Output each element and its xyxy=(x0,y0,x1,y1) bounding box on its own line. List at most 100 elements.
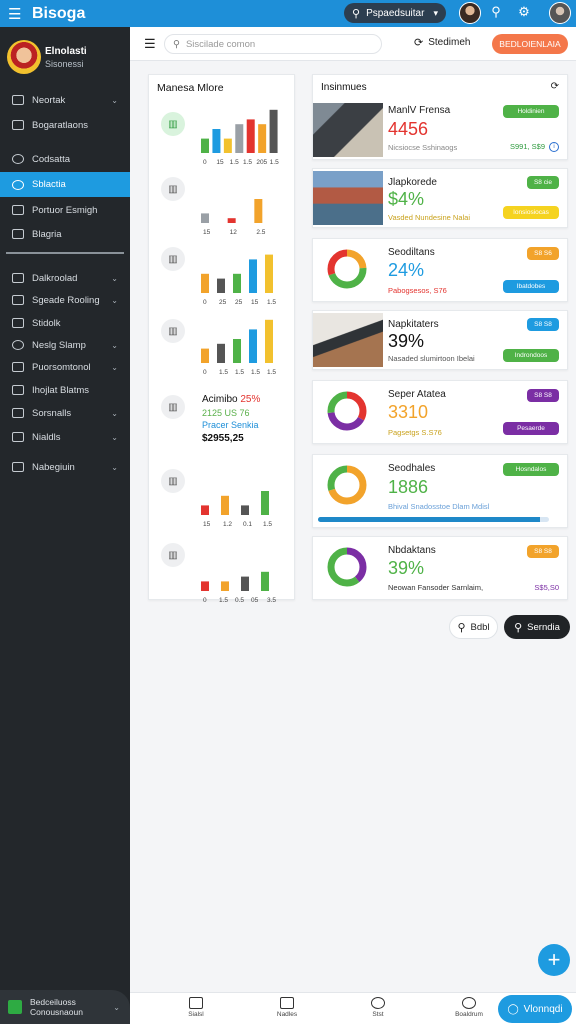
chip-label: Serndia xyxy=(527,621,560,633)
bottom-nav-item-1[interactable]: Sialsl xyxy=(166,997,226,1018)
sidebar-item-15[interactable]: . Nabegiuin ⌄ xyxy=(0,456,130,478)
metric-row[interactable]: ▥ 0 25 25 15 1.5 xyxy=(149,237,296,307)
metric-row[interactable]: ▥ 0 1.5 0.5 05 3.5 xyxy=(149,535,296,605)
tick-label: 0 xyxy=(203,369,207,376)
activity-block[interactable]: ▥ Acimibo 25% 2125 US 76 Pracer Senkia $… xyxy=(149,391,296,451)
chart-bar xyxy=(265,254,273,293)
sidebar-item-10[interactable]: . Neslg Slamp ⌄ xyxy=(0,334,130,356)
sidebar-item-3[interactable]: . Codsatta xyxy=(0,148,130,170)
sidebar-item-6[interactable]: . Blagria xyxy=(0,223,130,245)
chevron-down-icon: ▾ xyxy=(433,7,438,18)
sidebar-item-1[interactable]: . Neortak ⌄ xyxy=(0,89,130,111)
insight-card-3[interactable]: Seodiltans 24% Pabogsesos, S76 S8 S6 Iba… xyxy=(312,238,568,302)
sidebar-item-active[interactable]: . Sblactia xyxy=(0,172,130,197)
menu-icon[interactable]: ☰ xyxy=(8,5,24,23)
sidebar-item-9[interactable]: . Stidolk xyxy=(0,312,130,334)
search-input[interactable]: ⚲ Siscilade comon xyxy=(164,34,382,54)
topbar-search[interactable]: ⚲ Pspaedsuitar ▾ xyxy=(344,3,446,23)
card-sub: Nicsiocse Sshinaogs xyxy=(388,143,458,152)
refresh-icon: ⟳ xyxy=(414,37,424,49)
sidebar-item-14[interactable]: . Nialdls ⌄ xyxy=(0,426,130,448)
status-badge[interactable]: Indrondoos xyxy=(503,349,559,362)
card-label: Seodhales xyxy=(388,463,436,474)
sidebar-item-label: Puorsomtonol xyxy=(32,361,91,373)
bottom-nav-label: Nadles xyxy=(276,1011,298,1018)
user-avatar[interactable] xyxy=(459,2,481,24)
metric-row[interactable]: ▥ 15 12 2.5 xyxy=(149,167,296,237)
insight-card-7[interactable]: Nbdaktans 39% Neowan Fansoder Sarnlaim, … xyxy=(312,536,568,600)
insight-card-6[interactable]: Seodhales 1886 Bhival Snadosstoe Dlam Md… xyxy=(312,454,568,528)
status-badge[interactable]: S8 cie xyxy=(527,176,559,189)
bottom-nav-item-4[interactable]: Boaldrum xyxy=(439,997,499,1018)
donut-chart xyxy=(325,247,369,291)
sidebar-footer[interactable]: Bedceiluoss Conousnaoun ⌄ xyxy=(0,990,130,1024)
sidebar-item-8[interactable]: . Sgeade Rooling ⌄ xyxy=(0,289,130,311)
insight-card-4[interactable]: Napkitaters 39% Nasaded slumirtoon Ibela… xyxy=(312,310,568,370)
bottom-cta-button[interactable]: ◯ Vlonnqdi xyxy=(498,995,572,1023)
insight-card-2[interactable]: Jlapkorede $4% Vasded Nundesine Nalai S8… xyxy=(312,168,568,228)
profile-name: Elnolasti xyxy=(45,46,87,57)
sidebar-item-11[interactable]: . Puorsomtonol ⌄ xyxy=(0,356,130,378)
card-label: Nbdaktans xyxy=(388,545,436,556)
sidebar-item-7[interactable]: . Dalkroolad ⌄ xyxy=(0,267,130,289)
bottom-nav-item-3[interactable]: Stst xyxy=(348,997,408,1018)
card-value: 4456 xyxy=(388,119,429,139)
status-badge[interactable]: Hosndalos xyxy=(503,463,559,476)
metric-row[interactable]: ▥ 15 1.2 0.1 1.5 xyxy=(149,459,296,529)
status-badge[interactable]: S8 S8 xyxy=(527,545,559,558)
target-icon: . xyxy=(12,340,24,350)
chevron-down-icon: ⌄ xyxy=(111,295,118,305)
chevron-down-icon: ⌄ xyxy=(111,362,118,372)
header-action-button[interactable]: ⟳ Stedimeh xyxy=(414,36,470,49)
info-icon[interactable]: i xyxy=(549,142,559,152)
sidebar-profile[interactable]: Elnolasti Sisonessi xyxy=(7,40,125,76)
status-badge[interactable]: Ionsiosiocas xyxy=(503,206,559,219)
card-label: Seper Atatea xyxy=(388,389,446,400)
sidebar-item-13[interactable]: . Sorsnalls ⌄ xyxy=(0,402,130,424)
status-badge[interactable]: S8 S6 xyxy=(527,247,559,260)
tick-label: 15 xyxy=(203,521,211,528)
menu-icon[interactable]: ☰ xyxy=(144,36,156,52)
chart-bar xyxy=(261,491,269,515)
sidebar-item-label: Neortak xyxy=(32,94,66,106)
search-chip[interactable]: ⚲ Serndia xyxy=(504,615,570,639)
status-badge[interactable]: S8 S8 xyxy=(527,318,559,331)
card-value: $4% xyxy=(388,189,425,209)
chart-bar xyxy=(201,505,209,515)
tick-label: 1.5 xyxy=(251,369,260,376)
sidebar-item-5[interactable]: . Portuor Esmigh xyxy=(0,199,130,221)
bottom-nav-label: Stst xyxy=(372,1011,384,1018)
chart-bar xyxy=(235,124,244,153)
add-button[interactable]: + xyxy=(538,944,570,976)
sidebar-item-12[interactable]: . Ihojlat Blatms xyxy=(0,379,130,401)
network-icon[interactable]: ⚙ xyxy=(515,4,533,20)
sidebar-item-label: Ihojlat Blatms xyxy=(32,384,90,396)
tick-label: 1.5 xyxy=(267,369,276,376)
refresh-icon[interactable]: ⟳ xyxy=(551,81,559,92)
tick-label: 1.5 xyxy=(243,159,252,166)
header-cta-button[interactable]: BEDLOIENLAIA xyxy=(492,34,568,54)
footer-line1: Bedceiluoss xyxy=(30,997,76,1007)
location-icon[interactable]: ⚲ xyxy=(487,4,505,20)
filter-chip[interactable]: ⚲ Bdbl xyxy=(449,615,498,639)
insight-card-1[interactable]: Insinmues ⟳ ManlV Frensa 4456 Nicsiocse … xyxy=(312,74,568,160)
card-sub: Vasded Nundesine Nalai xyxy=(388,213,470,222)
profile-avatar[interactable] xyxy=(549,2,571,24)
status-badge[interactable]: Ibatdobes xyxy=(503,280,559,293)
sidebar-item-label: Bogaratlaons xyxy=(32,119,88,131)
card-label: Seodiltans xyxy=(388,247,435,258)
status-badge[interactable]: Pesaerde xyxy=(503,422,559,435)
tick-label: 15 xyxy=(216,159,224,166)
insight-card-5[interactable]: Seper Atatea 3310 Pagsetgs S.S76 S8 S8 P… xyxy=(312,380,568,444)
metric-row[interactable]: ▥ 0 1.5 1.5 1.5 1.5 xyxy=(149,307,296,377)
tick-label: 12 xyxy=(230,229,238,236)
metric-row[interactable]: ▥ 0 15 1.5 1.5 205 1.5 xyxy=(149,97,296,167)
sidebar-item-2[interactable]: . Bogaratlaons xyxy=(0,114,130,136)
bottom-nav: Sialsl Nadles Stst Boaldrum ◯ Vlonnqdi xyxy=(130,992,576,1024)
tick-label: 1.5 xyxy=(270,159,279,166)
status-badge[interactable]: S8 S8 xyxy=(527,389,559,402)
search-icon: ⚲ xyxy=(457,621,466,634)
bottom-nav-item-2[interactable]: Nadles xyxy=(257,997,317,1018)
sidebar-item-label: Nabegiuin xyxy=(32,461,75,473)
status-badge[interactable]: Holdinien xyxy=(503,105,559,118)
